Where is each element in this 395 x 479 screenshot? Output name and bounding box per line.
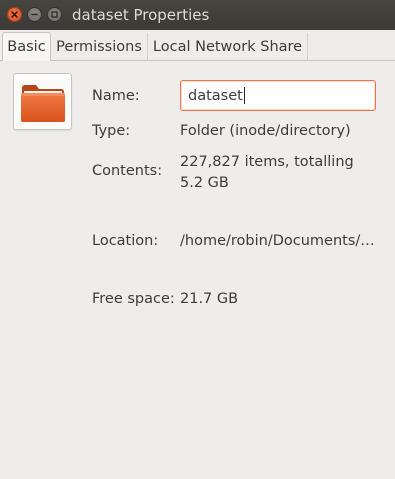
free-space-value: 21.7 GB (180, 291, 239, 307)
tab-basic[interactable]: Basic (2, 32, 51, 61)
tab-bar: Basic Permissions Local Network Share (0, 30, 395, 61)
title-bar: dataset Properties (0, 0, 395, 30)
close-window-button[interactable] (7, 7, 22, 22)
name-label: Name: (92, 88, 140, 104)
type-label: Type: (92, 123, 131, 139)
folder-icon (21, 85, 65, 122)
location-value: /home/robin/Documents/… (180, 233, 375, 249)
minimize-icon (31, 13, 38, 16)
properties-window: dataset Properties Basic Permissions Loc… (0, 0, 395, 479)
folder-icon-button[interactable] (13, 73, 72, 130)
window-title: dataset Properties (72, 6, 210, 24)
maximize-icon (51, 11, 58, 18)
location-label: Location: (92, 233, 159, 249)
name-field[interactable]: dataset (180, 80, 376, 111)
tab-permissions[interactable]: Permissions (51, 33, 148, 61)
type-value: Folder (inode/directory) (180, 123, 351, 139)
free-space-label: Free space: (92, 291, 175, 307)
contents-value: 227,827 items, totalling 5.2 GB (180, 154, 354, 191)
minimize-window-button[interactable] (27, 7, 42, 22)
close-icon (11, 11, 18, 18)
name-field-value: dataset (188, 87, 243, 104)
maximize-window-button[interactable] (47, 7, 62, 22)
contents-label: Contents: (92, 163, 163, 179)
text-caret (243, 87, 245, 104)
tab-local-network-share[interactable]: Local Network Share (148, 33, 308, 61)
